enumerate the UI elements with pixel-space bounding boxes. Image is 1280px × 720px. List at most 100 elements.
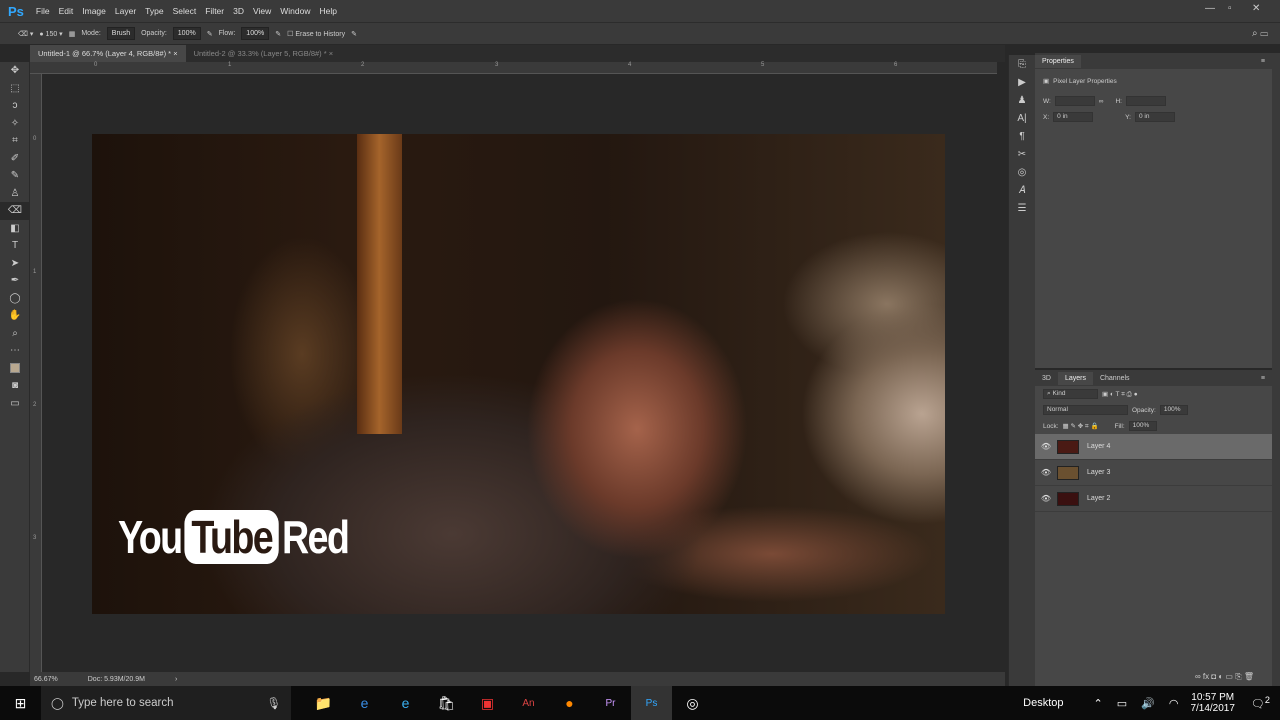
pen-tool-icon[interactable]: ✒: [0, 272, 30, 290]
3d-icon[interactable]: ◎: [1009, 163, 1035, 181]
eraser-tool-icon[interactable]: ⌫ ▾: [18, 30, 33, 38]
panel-menu-icon[interactable]: ≡: [1254, 55, 1272, 68]
lasso-tool-icon[interactable]: ↄ: [0, 97, 30, 115]
internet-explorer-icon[interactable]: e: [385, 686, 426, 720]
path-selection-tool-icon[interactable]: ➤: [0, 255, 30, 273]
ellipse-tool-icon[interactable]: ◯: [0, 290, 30, 308]
x-field[interactable]: 0 in: [1053, 112, 1094, 122]
menu-3d[interactable]: 3D: [233, 6, 244, 16]
tab-untitled-2[interactable]: Untitled-2 @ 33.3% (Layer 5, RGB/8#) * ×: [186, 45, 342, 62]
airbrush-icon[interactable]: ✎: [275, 30, 281, 38]
tab-3d[interactable]: 3D: [1035, 372, 1058, 385]
crop-tool-icon[interactable]: ⌗: [0, 132, 30, 150]
screen-mode-icon[interactable]: ▭: [0, 395, 30, 413]
close-tab-icon[interactable]: ×: [329, 49, 333, 58]
panel-scrollbar[interactable]: [1272, 53, 1280, 686]
edge-icon[interactable]: e: [344, 686, 385, 720]
type-tool-icon[interactable]: T: [0, 237, 30, 255]
pressure-size-icon[interactable]: ✎: [351, 30, 357, 38]
brush-tool-icon[interactable]: ✎: [0, 167, 30, 185]
opacity-field[interactable]: 100%: [172, 27, 201, 40]
layer-filter-select[interactable]: ⌕ Kind: [1043, 389, 1098, 399]
menu-view[interactable]: View: [253, 6, 271, 16]
adjustments-icon[interactable]: ☰: [1009, 199, 1035, 217]
firefox-icon[interactable]: ●: [549, 686, 590, 720]
menu-type[interactable]: Type: [145, 6, 163, 16]
start-windows-icon[interactable]: ⊞: [0, 686, 41, 720]
fill-field[interactable]: 100%: [1128, 421, 1157, 431]
maximize-icon[interactable]: ▫: [1228, 3, 1232, 14]
menu-layer[interactable]: Layer: [115, 6, 136, 16]
animate-icon[interactable]: An: [508, 686, 549, 720]
file-explorer-icon[interactable]: 📁: [303, 686, 344, 720]
layer-row[interactable]: 👁 Layer 2: [1035, 486, 1272, 512]
tab-channels[interactable]: Channels: [1093, 372, 1137, 385]
close-tab-icon[interactable]: ×: [173, 49, 177, 58]
brush-preset-picker[interactable]: ● 150 ▾: [39, 30, 62, 38]
height-field[interactable]: [1125, 96, 1166, 106]
color-swatches-icon[interactable]: [0, 360, 30, 378]
character-icon[interactable]: A|: [1009, 109, 1035, 127]
status-menu-arrow[interactable]: ›: [175, 676, 177, 683]
glyphs-icon[interactable]: 𝐴: [1009, 181, 1035, 199]
flow-field[interactable]: 100%: [241, 27, 270, 40]
store-icon[interactable]: 🛍: [426, 686, 467, 720]
tools-presets-icon[interactable]: ✂: [1009, 145, 1035, 163]
move-tool-icon[interactable]: ✥: [0, 62, 30, 80]
taskbar-search[interactable]: ◯ Type here to search 🎙: [41, 686, 291, 720]
more-tools-icon[interactable]: ⋯: [0, 342, 30, 360]
zoom-tool-icon[interactable]: ⌕: [0, 325, 30, 343]
zoom-level[interactable]: 66.67%: [34, 676, 58, 683]
desktop-toolbar[interactable]: Desktop: [1023, 697, 1063, 709]
link-icon[interactable]: ∞: [1099, 98, 1104, 105]
mode-select[interactable]: Brush: [106, 27, 136, 40]
layer-row[interactable]: 👁 Layer 3: [1035, 460, 1272, 486]
layer-row[interactable]: 👁 Layer 4: [1035, 434, 1272, 460]
history-icon[interactable]: ⎘: [1009, 55, 1035, 73]
battery-icon[interactable]: ▭: [1117, 697, 1127, 710]
visibility-eye-icon[interactable]: 👁: [1035, 468, 1057, 477]
close-icon[interactable]: ✕: [1252, 3, 1260, 14]
search-icon[interactable]: ⌕ ▭: [1252, 28, 1268, 39]
menu-help[interactable]: Help: [320, 6, 337, 16]
menu-select[interactable]: Select: [173, 6, 197, 16]
menu-image[interactable]: Image: [82, 6, 106, 16]
volume-icon[interactable]: 🔊: [1141, 697, 1155, 710]
pressure-opacity-icon[interactable]: ✎: [207, 30, 213, 38]
menu-window[interactable]: Window: [280, 6, 310, 16]
menu-file[interactable]: File: [36, 6, 50, 16]
minimize-icon[interactable]: —: [1205, 3, 1215, 14]
eyedropper-tool-icon[interactable]: ✐: [0, 150, 30, 168]
opacity-field[interactable]: 100%: [1159, 405, 1188, 415]
properties-tab[interactable]: Properties: [1035, 54, 1081, 68]
width-field[interactable]: [1054, 96, 1095, 106]
lock-icons[interactable]: ▦ ✎ ✥ ⌗ 🔒: [1063, 422, 1099, 431]
clock[interactable]: 10:57 PM 7/14/2017: [1190, 692, 1235, 714]
visibility-eye-icon[interactable]: 👁: [1035, 494, 1057, 503]
libraries-icon[interactable]: ♟: [1009, 91, 1035, 109]
menu-edit[interactable]: Edit: [59, 6, 74, 16]
microphone-icon[interactable]: 🎙: [266, 696, 281, 710]
blend-mode-select[interactable]: Normal: [1043, 405, 1128, 415]
tray-up-icon[interactable]: ⌃: [1094, 697, 1103, 710]
marquee-tool-icon[interactable]: ⬚: [0, 80, 30, 98]
app-red-icon[interactable]: ▣: [467, 686, 508, 720]
tab-layers[interactable]: Layers: [1057, 371, 1093, 385]
erase-to-history-checkbox[interactable]: ☐ Erase to History: [287, 30, 345, 38]
actions-play-icon[interactable]: ▶: [1009, 73, 1035, 91]
stamp-tool-icon[interactable]: ♙: [0, 185, 30, 203]
quick-mask-icon[interactable]: ◙: [0, 377, 30, 395]
photoshop-taskbar-icon[interactable]: Ps: [631, 686, 672, 720]
eraser-tool-icon[interactable]: ⌫: [0, 202, 30, 220]
panel-menu-icon[interactable]: ≡: [1254, 372, 1272, 385]
visibility-eye-icon[interactable]: 👁: [1035, 442, 1057, 451]
notifications-icon[interactable]: 🗨2: [1251, 695, 1270, 711]
premiere-icon[interactable]: Pr: [590, 686, 631, 720]
hand-tool-icon[interactable]: ✋: [0, 307, 30, 325]
filter-icons[interactable]: ▣ ◐ T ⌗ ⎙ ●: [1102, 390, 1138, 399]
wifi-icon[interactable]: ◠: [1169, 697, 1179, 710]
gradient-tool-icon[interactable]: ◧: [0, 220, 30, 238]
menu-filter[interactable]: Filter: [205, 6, 224, 16]
paragraph-icon[interactable]: ¶: [1009, 127, 1035, 145]
obs-icon[interactable]: ◎: [672, 686, 713, 720]
